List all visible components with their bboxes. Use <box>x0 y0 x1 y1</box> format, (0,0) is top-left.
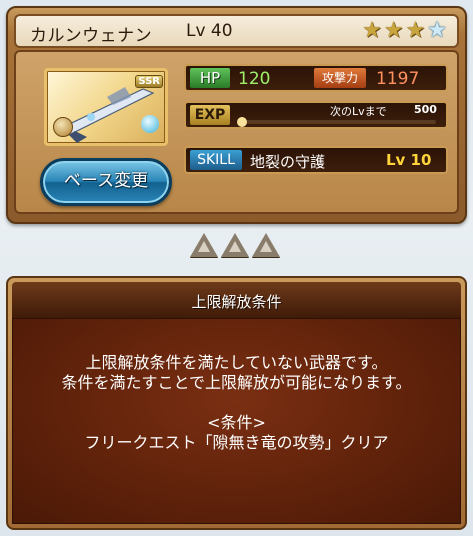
panel-header: 上限解放条件 <box>12 282 461 318</box>
condition-message-line2: 条件を満たすことで上限解放が可能になります。 <box>61 373 412 392</box>
star-filled-icon: ★ <box>383 18 404 43</box>
exp-marker-icon <box>237 117 247 127</box>
next-level-label: 次のLvまで <box>330 105 387 118</box>
star-filled-icon: ★ <box>362 18 382 43</box>
water-element-icon <box>141 115 159 133</box>
hp-label: HP <box>190 68 230 88</box>
element-icon <box>53 117 73 137</box>
skill-level: Lv 10 <box>386 151 432 169</box>
atk-value: 1197 <box>376 69 420 89</box>
weapon-title-bar: カルンウェナン Lv 40 ★ ★ ★ ★ <box>14 14 459 48</box>
exp-label: EXP <box>190 105 230 125</box>
uncap-conditions-panel: 上限解放条件 上限解放条件を満たしていない武器です。 条件を満たすことで上限解放… <box>6 276 467 530</box>
panel-title: 上限解放条件 <box>191 293 282 311</box>
exp-bar <box>237 117 436 127</box>
uncap-triangle-icon <box>190 233 218 257</box>
condition-text: フリークエスト「隙無き竜の攻勢」クリア <box>84 433 389 452</box>
skill-name: 地裂の守護 <box>250 153 326 171</box>
hp-atk-row: HP 120 攻撃力 1197 <box>184 64 448 92</box>
star-filled-icon: ★ <box>405 18 426 43</box>
ssr-badge: SSR <box>135 75 163 88</box>
uncap-triangle-icon <box>221 233 249 257</box>
star-empty-icon: ★ <box>427 18 447 43</box>
uncap-triangle-icon <box>252 233 280 257</box>
next-level-value: 500 <box>414 103 437 116</box>
weapon-card: カルンウェナン Lv 40 ★ ★ ★ ★ SSR ベース変更 HP 120 攻… <box>6 6 467 224</box>
weapon-level: Lv 40 <box>186 21 233 41</box>
hp-value: 120 <box>238 69 271 89</box>
base-change-button[interactable]: ベース変更 <box>40 158 172 206</box>
atk-label: 攻撃力 <box>314 68 366 88</box>
weapon-name: カルンウェナン <box>30 26 153 46</box>
skill-label: SKILL <box>190 150 242 170</box>
rarity-stars: ★ ★ ★ ★ <box>362 19 447 43</box>
exp-row: EXP 次のLvまで 500 <box>184 101 448 129</box>
skill-row[interactable]: SKILL 地裂の守護 Lv 10 <box>184 146 448 174</box>
uncap-indicators <box>190 233 280 257</box>
panel-body: 上限解放条件を満たしていない武器です。 条件を満たすことで上限解放が可能になりま… <box>12 318 461 524</box>
weapon-image[interactable]: SSR <box>44 68 168 146</box>
